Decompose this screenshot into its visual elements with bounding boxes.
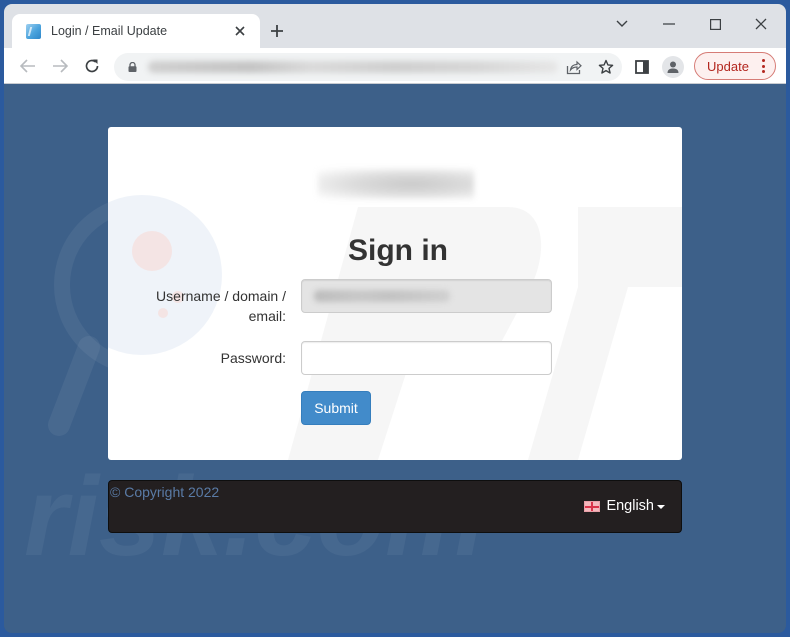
username-input[interactable] — [301, 279, 552, 313]
tab-close-button[interactable] — [228, 19, 252, 43]
browser-tab[interactable]: Login / Email Update — [12, 14, 260, 48]
password-label: Password: — [220, 350, 286, 366]
forward-arrow-icon — [53, 59, 68, 73]
page-title: Sign in — [348, 234, 448, 267]
username-value — [314, 290, 450, 302]
close-icon — [235, 26, 245, 36]
profile-icon — [667, 61, 679, 73]
address-bar[interactable] — [114, 53, 622, 81]
page-content: risk.com Sign in Username / domain / ema… — [4, 85, 786, 633]
back-button[interactable] — [16, 54, 40, 78]
browser-toolbar: Update — [4, 48, 786, 84]
submit-button[interactable]: Submit — [301, 391, 371, 425]
reload-icon — [85, 59, 99, 73]
share-button[interactable] — [564, 57, 584, 77]
username-label: Username / domain / email: — [156, 288, 286, 324]
new-tab-button[interactable] — [266, 20, 288, 42]
language-label: English — [606, 498, 654, 514]
forward-button[interactable] — [48, 54, 72, 78]
language-selector[interactable]: English — [584, 498, 665, 514]
tab-strip: Login / Email Update — [4, 4, 786, 48]
kebab-menu-icon[interactable] — [761, 59, 765, 73]
password-input[interactable] — [301, 341, 552, 375]
star-icon — [598, 59, 614, 74]
url-text[interactable] — [148, 61, 558, 73]
close-icon — [755, 18, 767, 30]
plus-icon — [271, 25, 283, 37]
side-panel-button[interactable] — [632, 57, 652, 77]
reload-button[interactable] — [80, 54, 104, 78]
tab-search-button[interactable] — [608, 12, 636, 36]
profile-button[interactable] — [662, 56, 684, 78]
tab-title: Login / Email Update — [51, 24, 168, 38]
site-favicon-icon — [26, 23, 41, 39]
back-arrow-icon — [20, 59, 35, 73]
update-button[interactable]: Update — [694, 52, 776, 80]
login-card: Sign in Username / domain / email: Passw… — [108, 127, 682, 460]
bookmark-button[interactable] — [596, 57, 616, 77]
maximize-button[interactable] — [701, 12, 729, 36]
maximize-icon — [709, 18, 721, 30]
browser-window: Login / Email Update Update Sign in User… — [4, 4, 786, 633]
footer-bar: © Copyright 2022 English — [108, 480, 682, 533]
caret-down-icon — [657, 505, 665, 509]
chevron-down-icon — [616, 20, 628, 27]
share-icon — [566, 60, 582, 75]
minimize-icon — [663, 23, 675, 25]
window-close-button[interactable] — [747, 12, 775, 36]
company-logo — [318, 169, 474, 199]
update-label: Update — [707, 58, 749, 74]
lock-icon — [128, 62, 137, 72]
side-panel-icon — [635, 60, 649, 74]
minimize-button[interactable] — [655, 12, 683, 36]
copyright-text: © Copyright 2022 — [110, 484, 220, 500]
flag-icon — [584, 500, 601, 512]
